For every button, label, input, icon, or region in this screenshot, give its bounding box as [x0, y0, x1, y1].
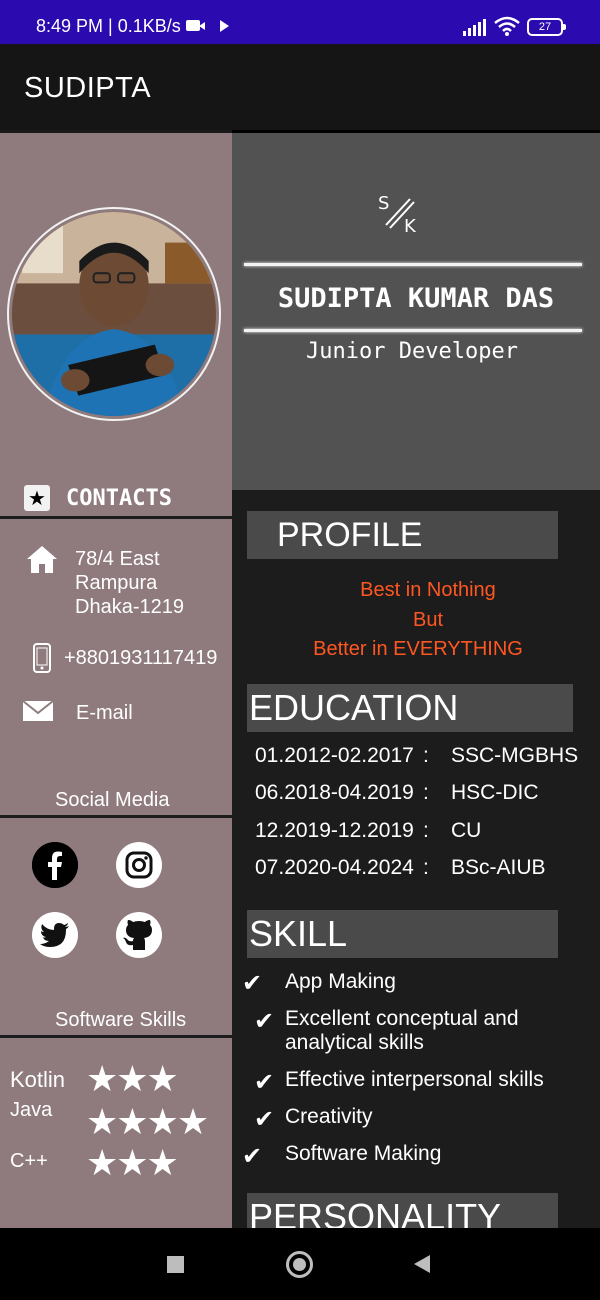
check-icon: ✔ — [254, 1106, 275, 1133]
education-row: 01.2012-02.2017: SSC-MGBHS — [255, 744, 578, 768]
email-link[interactable]: E-mail — [76, 702, 133, 725]
instagram-icon[interactable] — [116, 842, 162, 888]
star-icon: ★ — [24, 485, 50, 511]
phone-icon — [33, 643, 51, 673]
wifi-icon — [494, 16, 520, 36]
education-school: SSC-MGBHS — [451, 744, 579, 767]
system-nav-bar — [0, 1228, 600, 1300]
phone-number[interactable]: +8801931117419 — [64, 647, 217, 670]
education-section-title: EDUCATION — [247, 684, 573, 732]
svg-text:S: S — [378, 193, 389, 214]
separator: : — [423, 819, 429, 842]
address-line: Dhaka-1219 — [75, 596, 184, 618]
education-school: HSC-DIC — [451, 781, 539, 804]
address-line: Rampura — [75, 572, 158, 594]
divider — [0, 1035, 232, 1038]
home-icon — [27, 546, 57, 573]
header-rule — [244, 329, 582, 332]
sk-logo-icon: S K — [378, 193, 417, 237]
app-title: SUDIPTA — [24, 72, 152, 104]
education-row: 07.2020-04.2024: BSc-AIUB — [255, 856, 546, 880]
education-period: 12.2019-12.2019 — [255, 819, 414, 842]
software-skill-name: C++ — [10, 1150, 48, 1172]
profile-section-title: PROFILE — [247, 511, 558, 559]
email-icon — [22, 700, 54, 721]
battery-icon: 27 — [527, 18, 566, 36]
rating-stars: ★★★★ — [86, 1101, 209, 1142]
skill-item: Software Making — [285, 1142, 442, 1165]
skill-item: Excellent conceptual and analytical skil… — [285, 1007, 519, 1054]
skill-item: Effective interpersonal skills — [285, 1068, 544, 1091]
education-row: 06.2018-04.2019: HSC-DIC — [255, 781, 539, 805]
personality-section-title: PERSONALITY — [247, 1193, 558, 1228]
status-time: 8:49 PM | 0.1KB/s — [36, 16, 181, 36]
twitter-icon[interactable] — [32, 912, 78, 958]
check-icon: ✔ — [242, 970, 263, 997]
skill-section-title: SKILL — [247, 910, 558, 958]
recents-button[interactable] — [167, 1256, 184, 1273]
education-period: 07.2020-04.2024 — [255, 856, 414, 879]
separator: : — [423, 856, 429, 879]
profile-header: S K SUDIPTA KUMAR DAS Junior Developer — [232, 133, 600, 490]
job-title: Junior Developer — [306, 339, 518, 364]
skill-item: App Making — [285, 970, 396, 993]
software-skill-name: Java — [10, 1099, 53, 1121]
check-icon: ✔ — [242, 1143, 263, 1170]
signal-icon — [463, 19, 486, 36]
status-bar: 8:49 PM | 0.1KB/s 27 — [0, 0, 600, 44]
address-line: 78/4 East — [75, 548, 160, 570]
separator: : — [423, 744, 429, 767]
education-school: BSc-AIUB — [451, 856, 546, 879]
skill-item: Creativity — [285, 1105, 373, 1128]
profile-photo — [12, 212, 216, 416]
address: 78/4 East Rampura Dhaka-1219 — [75, 547, 184, 619]
education-row: 12.2019-12.2019: CU — [255, 819, 481, 843]
education-period: 01.2012-02.2017 — [255, 744, 414, 767]
divider — [0, 815, 232, 818]
motto-line: Best in Nothing — [360, 579, 496, 601]
play-icon — [220, 20, 229, 32]
svg-text:K: K — [404, 216, 417, 237]
header-rule — [244, 263, 582, 266]
back-button[interactable] — [414, 1255, 430, 1273]
github-icon[interactable] — [116, 912, 162, 958]
contacts-header: ★ CONTACTS — [24, 485, 172, 511]
separator: : — [423, 781, 429, 804]
education-school: CU — [451, 819, 482, 842]
main-panel: S K SUDIPTA KUMAR DAS Junior Developer P… — [232, 133, 600, 1228]
divider — [0, 516, 232, 519]
avatar — [7, 207, 221, 421]
home-button[interactable] — [286, 1251, 313, 1278]
education-period: 06.2018-04.2019 — [255, 781, 414, 804]
sidebar: ★ CONTACTS 78/4 East Rampura Dhaka-1219 … — [0, 133, 232, 1228]
facebook-icon[interactable] — [32, 842, 78, 888]
app-bar: SUDIPTA — [0, 44, 600, 130]
rating-stars: ★★★ — [86, 1058, 179, 1099]
motto-line: But — [412, 609, 444, 631]
motto-line: Better in EVERYTHING — [313, 638, 523, 660]
check-icon: ✔ — [254, 1008, 275, 1035]
video-camera-icon — [186, 20, 205, 31]
full-name: SUDIPTA KUMAR DAS — [277, 283, 555, 314]
check-icon: ✔ — [254, 1069, 275, 1096]
software-skill-name: Kotlin — [10, 1067, 66, 1092]
rating-stars: ★★★ — [86, 1142, 179, 1183]
contacts-label: CONTACTS — [66, 485, 172, 511]
